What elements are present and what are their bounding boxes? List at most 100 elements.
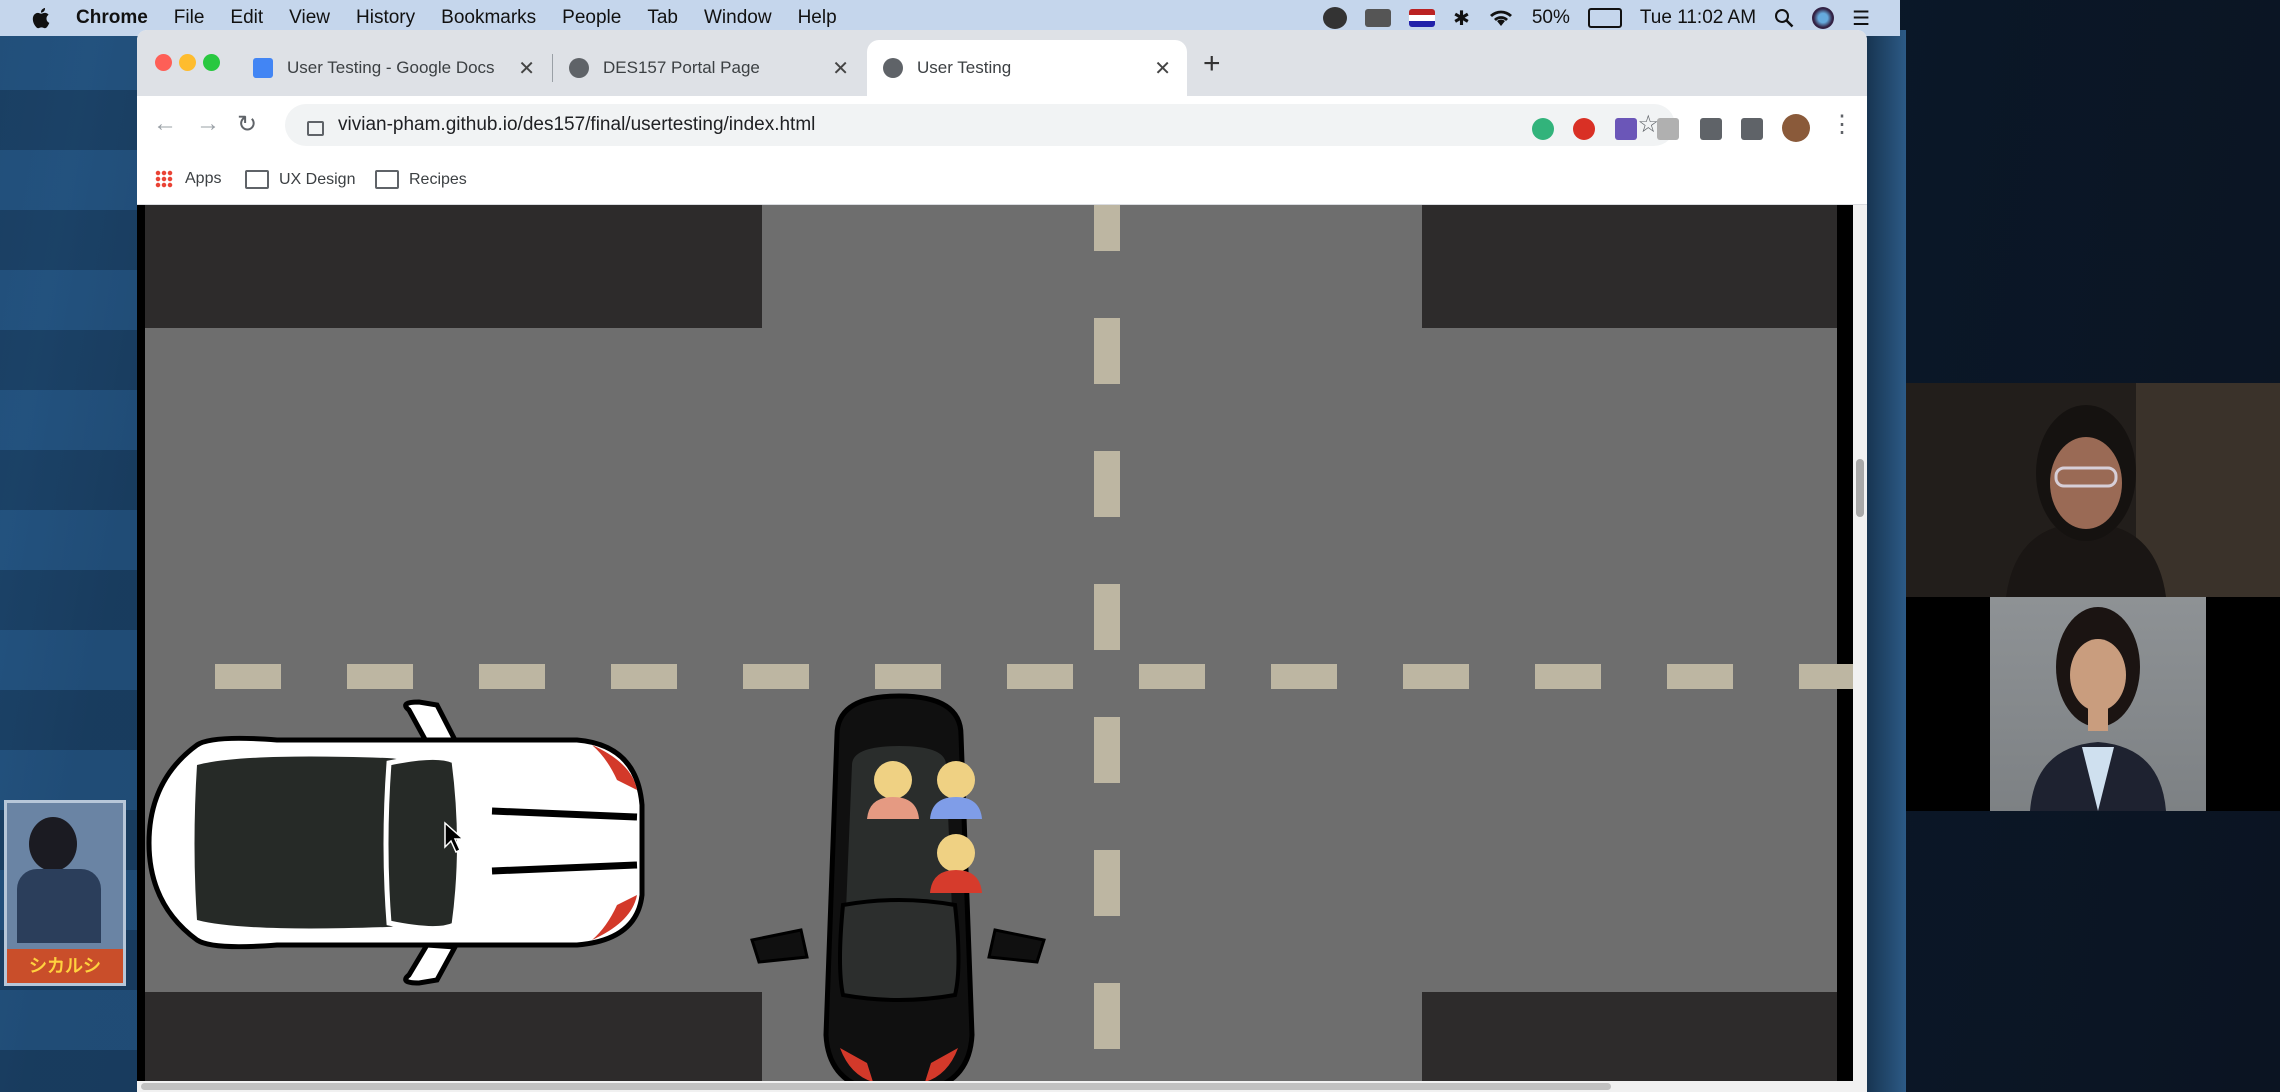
globe-icon xyxy=(569,58,589,78)
poster-text: シカルシ xyxy=(7,949,123,983)
new-tab-button[interactable]: + xyxy=(1203,49,1221,79)
menu-window[interactable]: Window xyxy=(704,7,772,29)
lane-dash xyxy=(1094,451,1120,517)
lock-icon[interactable] xyxy=(307,120,324,136)
window-minimize-button[interactable] xyxy=(179,54,196,71)
extension-k-icon[interactable] xyxy=(1657,118,1679,140)
profile-avatar[interactable] xyxy=(1782,114,1810,142)
desktop-poster: シカルシ xyxy=(4,800,126,986)
bookmark-ux-design[interactable]: UX Design xyxy=(245,170,355,189)
flag-us-icon[interactable] xyxy=(1409,9,1436,27)
back-arrow-icon[interactable]: ← xyxy=(153,110,177,138)
menu-bookmarks[interactable]: Bookmarks xyxy=(441,7,536,29)
screen-record-icon[interactable] xyxy=(1323,7,1348,29)
window-zoom-button[interactable] xyxy=(203,54,220,71)
menu-people[interactable]: People xyxy=(562,7,621,29)
participant-video-2[interactable] xyxy=(1906,597,2280,811)
lane-dash xyxy=(1094,318,1120,384)
tab-strip: User Testing - Google Docs ✕ DES157 Port… xyxy=(137,30,1867,96)
battery-icon[interactable] xyxy=(1587,8,1622,28)
menu-file[interactable]: File xyxy=(174,7,205,29)
participant-2-figure xyxy=(2030,607,2166,811)
bookmark-label: Recipes xyxy=(409,170,467,188)
battery-percent: 50% xyxy=(1531,7,1570,28)
extension-icon[interactable] xyxy=(1532,118,1554,140)
wifi-icon[interactable] xyxy=(1488,8,1514,28)
menu-edit[interactable]: Edit xyxy=(230,7,263,29)
menu-view[interactable]: View xyxy=(289,7,330,29)
lane-dash xyxy=(875,664,941,689)
road xyxy=(145,205,1837,1092)
lane-dash xyxy=(479,664,545,689)
more-menu-icon[interactable]: ⋮ xyxy=(1830,110,1854,139)
tab-title: User Testing - Google Docs xyxy=(287,58,495,77)
folder-icon xyxy=(375,170,399,189)
lane-dash xyxy=(1094,983,1120,1049)
puzzle-extensions-icon[interactable] xyxy=(1700,118,1722,140)
menu-tab[interactable]: Tab xyxy=(647,7,678,29)
siri-icon[interactable] xyxy=(1812,7,1835,29)
intersection-scene[interactable] xyxy=(137,205,1867,1092)
reload-icon[interactable]: ↻ xyxy=(237,110,257,139)
apps-grid-icon xyxy=(155,170,173,188)
bookmark-label: Apps xyxy=(185,170,222,187)
city-block-top-right xyxy=(1422,205,1837,328)
menubar-clock[interactable]: Tue 11:02 AM xyxy=(1640,7,1756,29)
lane-dash xyxy=(1139,664,1205,689)
spotlight-search-icon[interactable] xyxy=(1774,8,1794,28)
address-bar[interactable]: vivian-pham.github.io/des157/final/usert… xyxy=(285,104,1675,146)
city-block-bottom-right xyxy=(1422,992,1837,1092)
lane-dash xyxy=(1667,664,1733,689)
menu-app-name[interactable]: Chrome xyxy=(76,7,148,29)
horizontal-scrollbar[interactable] xyxy=(137,1081,1867,1092)
lane-dash xyxy=(1403,664,1469,689)
lane-dash xyxy=(1007,664,1073,689)
apple-icon[interactable] xyxy=(30,6,54,30)
participant-video-1[interactable] xyxy=(1906,383,2280,597)
bookmark-star-icon[interactable]: ☆ xyxy=(1637,110,1659,139)
bookmarks-bar: Apps UX Design Recipes xyxy=(137,156,1867,205)
lane-dash xyxy=(347,664,413,689)
vertical-scrollbar[interactable] xyxy=(1853,205,1867,1081)
close-tab-icon[interactable]: ✕ xyxy=(832,56,849,81)
city-block-bottom-left xyxy=(145,992,762,1092)
bookmark-apps[interactable]: Apps xyxy=(155,170,221,188)
lane-dash xyxy=(1271,664,1337,689)
bluetooth-icon[interactable]: ✱ xyxy=(1453,6,1470,31)
page-viewport xyxy=(137,205,1867,1092)
lane-dash xyxy=(1094,717,1120,783)
menu-history[interactable]: History xyxy=(356,7,415,29)
url-text[interactable]: vivian-pham.github.io/des157/final/usert… xyxy=(338,114,815,136)
lane-dash xyxy=(215,664,281,689)
lane-dash xyxy=(1094,205,1120,251)
menu-help[interactable]: Help xyxy=(798,7,837,29)
notification-center-icon[interactable]: ☰ xyxy=(1852,6,1870,31)
browser-window: User Testing - Google Docs ✕ DES157 Port… xyxy=(137,30,1867,1092)
forward-arrow-icon[interactable]: → xyxy=(196,110,220,138)
tab-google-docs[interactable]: User Testing - Google Docs ✕ xyxy=(237,40,551,96)
close-tab-icon[interactable]: ✕ xyxy=(1154,56,1171,81)
lane-dash xyxy=(1094,850,1120,916)
tab-des157-portal[interactable]: DES157 Portal Page ✕ xyxy=(553,40,865,96)
adblock-icon[interactable] xyxy=(1573,118,1595,140)
city-block-top-left xyxy=(145,205,762,328)
lane-dash xyxy=(1094,584,1120,650)
window-close-button[interactable] xyxy=(155,54,172,71)
extension-r-icon[interactable] xyxy=(1615,118,1637,140)
browser-toolbar: ← → ↻ vivian-pham.github.io/des157/final… xyxy=(137,96,1867,156)
bookmark-recipes[interactable]: Recipes xyxy=(375,170,467,189)
tab-title: DES157 Portal Page xyxy=(603,58,760,77)
display-icon[interactable] xyxy=(1365,9,1392,27)
bookmark-label: UX Design xyxy=(279,170,356,188)
tab-user-testing[interactable]: User Testing ✕ xyxy=(867,40,1187,96)
lane-dash xyxy=(743,664,809,689)
participant-1-figure xyxy=(1906,383,2280,597)
lane-dash xyxy=(611,664,677,689)
media-control-icon[interactable] xyxy=(1741,118,1763,140)
lane-dash xyxy=(1535,664,1601,689)
tab-title: User Testing xyxy=(917,58,1012,77)
desktop-wallpaper-right xyxy=(1866,30,1906,1092)
globe-icon xyxy=(883,58,903,78)
white-car[interactable] xyxy=(146,699,645,986)
close-tab-icon[interactable]: ✕ xyxy=(518,56,535,81)
